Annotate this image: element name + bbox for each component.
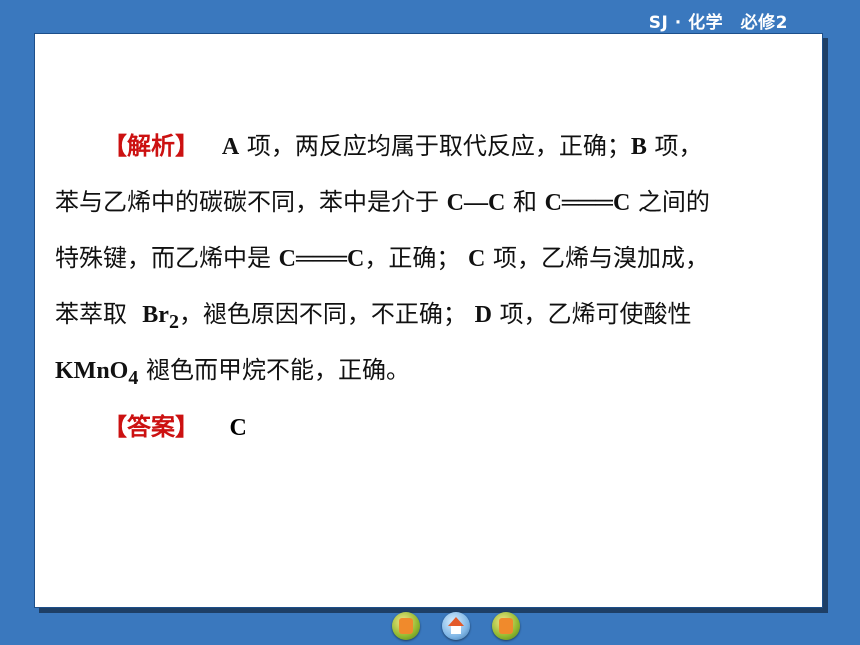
nav-bar <box>392 612 520 640</box>
analysis-text: 【解析】 A 项，两反应均属于取代反应，正确；B 项， 苯与乙烯中的碳碳不同，苯… <box>55 118 807 398</box>
analysis-line-5: KMnO4 褪色而甲烷不能，正确。 <box>55 356 410 389</box>
content-panel: 【解析】 A 项，两反应均属于取代反应，正确；B 项， 苯与乙烯中的碳碳不同，苯… <box>34 33 823 608</box>
answer-tag: 【答案】 <box>103 412 199 441</box>
answer-value: C <box>229 415 247 441</box>
answer-line: 【答案】 C <box>103 407 247 448</box>
arrow-right-icon[interactable] <box>492 612 520 640</box>
analysis-line-2: 苯与乙烯中的碳碳不同，苯中是介于 C—C 和 C═══C 之间的 <box>55 188 710 216</box>
analysis-line-3: 特殊键，而乙烯中是 C═══C，正确； C 项，乙烯与溴加成， <box>55 244 709 272</box>
home-icon[interactable] <box>442 612 470 640</box>
analysis-tag: 【解析】 <box>103 131 199 160</box>
course-label: SJ · 化学 必修2 <box>648 13 788 33</box>
analysis-line-1: 【解析】 A 项，两反应均属于取代反应，正确；B 项， <box>103 131 703 160</box>
arrow-left-icon[interactable] <box>392 612 420 640</box>
slide: { "header": { "label": "SJ · 化学 必修2" }, … <box>0 0 860 645</box>
analysis-line-4: 苯萃取 Br2，褪色原因不同，不正确； D 项，乙烯可使酸性 <box>55 300 692 333</box>
